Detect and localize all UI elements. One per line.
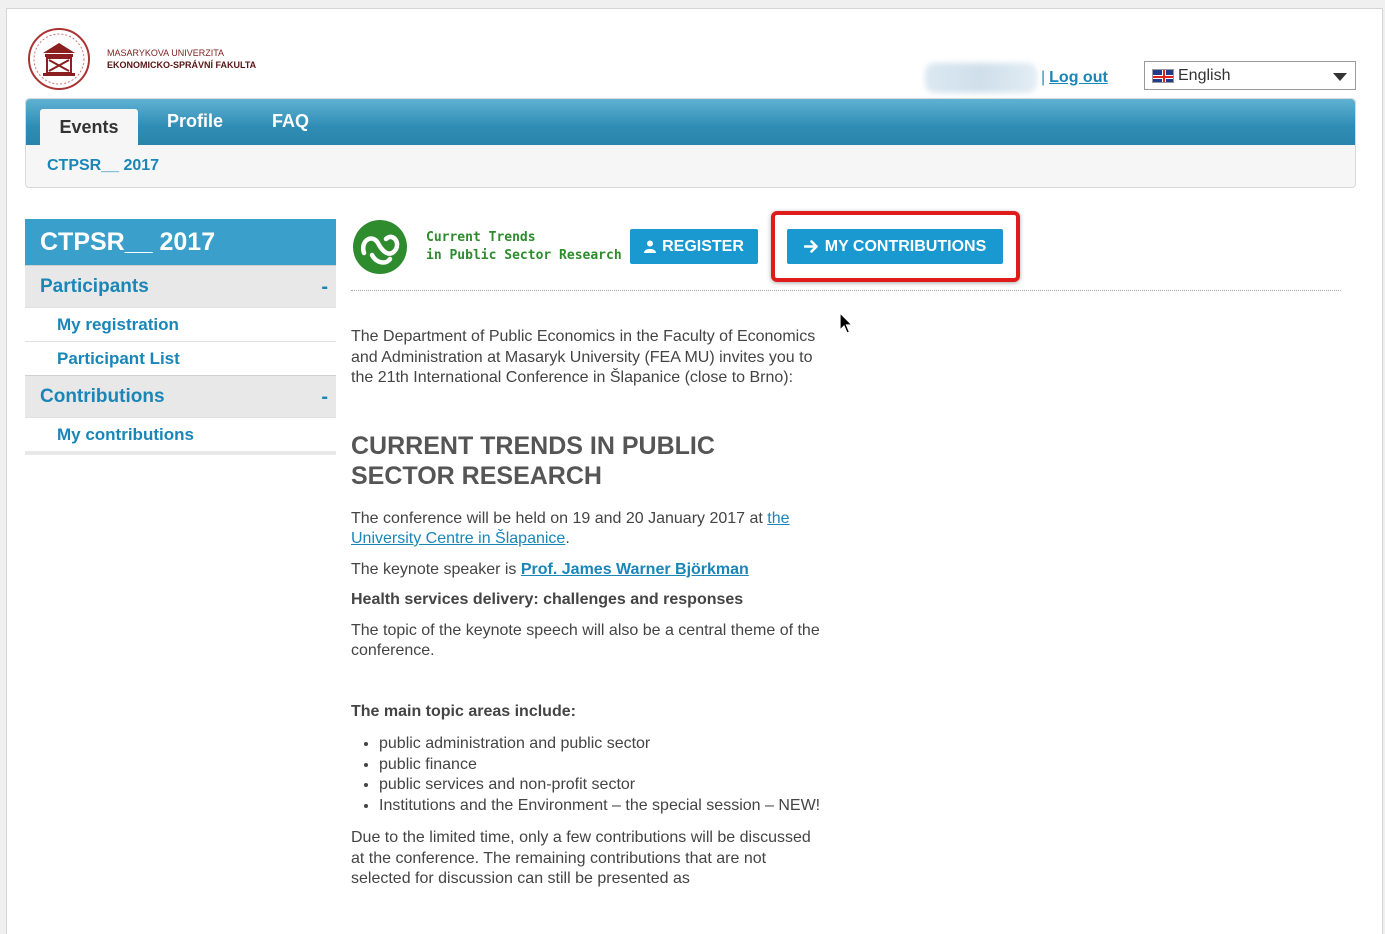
intro-text: The Department of Public Economics in th…: [351, 328, 816, 386]
keynote-speaker-link[interactable]: Prof. James Warner Björkman: [521, 561, 749, 578]
list-item: public finance: [379, 755, 821, 776]
list-item: public services and non-profit sector: [379, 775, 821, 796]
sidebar-section-contributions[interactable]: Contributions -: [25, 375, 336, 417]
breadcrumb[interactable]: CTPSR__ 2017: [47, 157, 159, 175]
university-logo[interactable]: MASARYKOVA UNIVERZITA EKONOMICKO-SPRÁVNÍ…: [27, 27, 256, 91]
register-label: REGISTER: [662, 237, 744, 255]
sidebar-title: CTPSR__ 2017: [25, 219, 336, 265]
tab-profile[interactable]: Profile: [167, 111, 223, 132]
conference-name: Current Trends in Public Sector Research: [426, 229, 622, 265]
held-text: The conference will be held on 19 and 20…: [351, 509, 768, 527]
main-content: The Department of Public Economics in th…: [351, 327, 821, 890]
logout-link[interactable]: Log out: [1049, 69, 1108, 87]
conference-held-text: The conference will be held on 19 and 20…: [351, 509, 821, 550]
conference-name-line2: in Public Sector Research: [426, 248, 622, 263]
language-selected: English: [1178, 66, 1231, 84]
keynote-title: Health services delivery: challenges and…: [351, 591, 744, 608]
tab-faq[interactable]: FAQ: [272, 111, 309, 132]
keynote-text: The keynote speaker is Prof. James Warne…: [351, 560, 821, 581]
sidebar-item-participant-list[interactable]: Participant List: [25, 341, 336, 375]
main-navigation: Events Profile FAQ CTPSR__ 2017: [25, 98, 1356, 188]
faculty-name: EKONOMICKO-SPRÁVNÍ FAKULTA: [107, 60, 257, 70]
topics-list: public administration and public sector …: [351, 734, 821, 816]
separator: |: [1041, 69, 1046, 86]
university-seal-icon: [28, 28, 90, 90]
list-item: public administration and public sector: [379, 734, 821, 755]
chevron-down-icon: [1333, 73, 1347, 81]
held-end: .: [565, 530, 570, 547]
sidebar-section-label: Participants: [40, 276, 149, 297]
page-title: CURRENT TRENDS IN PUBLIC SECTOR RESEARCH: [351, 431, 715, 490]
topics-heading: The main topic areas include:: [351, 702, 576, 720]
collapse-icon[interactable]: -: [321, 376, 328, 418]
uk-flag-icon: [1152, 68, 1174, 83]
conference-logo-icon: [353, 220, 407, 274]
divider: [351, 290, 1341, 291]
page: MASARYKOVA UNIVERZITA EKONOMICKO-SPRÁVNÍ…: [6, 8, 1383, 934]
keynote-topic: The topic of the keynote speech will als…: [351, 621, 820, 660]
sidebar: CTPSR__ 2017 Participants - My registrat…: [25, 219, 336, 455]
user-area: | Log out: [925, 63, 1108, 93]
keynote-prefix: The keynote speaker is: [351, 560, 521, 578]
sidebar-section-participants[interactable]: Participants -: [25, 265, 336, 307]
conference-name-line1: Current Trends: [426, 230, 536, 245]
register-button[interactable]: REGISTER: [630, 229, 758, 264]
language-select[interactable]: English: [1144, 61, 1356, 90]
closing-text: Due to the limited time, only a few cont…: [351, 829, 811, 887]
sidebar-item-my-registration[interactable]: My registration: [25, 307, 336, 341]
nav-bar: Events Profile FAQ: [26, 99, 1355, 145]
university-name: MASARYKOVA UNIVERZITA: [107, 48, 225, 58]
sidebar-item-my-contributions[interactable]: My contributions: [25, 417, 336, 451]
user-icon: [644, 240, 657, 253]
list-item: Institutions and the Environment – the s…: [379, 796, 821, 817]
tab-events[interactable]: Events: [40, 109, 138, 145]
highlight-box: [771, 211, 1020, 282]
sidebar-section-label: Contributions: [40, 386, 165, 407]
username-blurred: [925, 63, 1037, 93]
mouse-cursor-icon: [839, 312, 853, 334]
collapse-icon[interactable]: -: [321, 266, 328, 308]
